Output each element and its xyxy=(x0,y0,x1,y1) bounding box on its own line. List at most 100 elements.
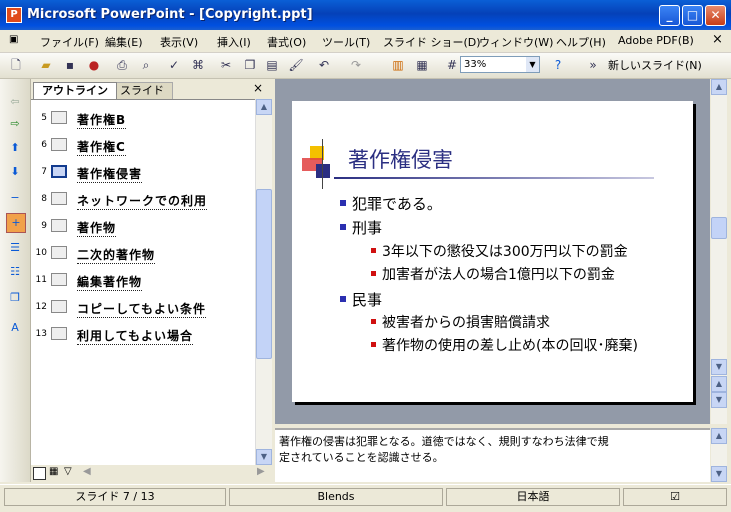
title-decoration xyxy=(316,164,330,178)
bullet-level-1[interactable]: 民事 xyxy=(339,289,382,310)
menu-insert[interactable]: 挿入(I) xyxy=(217,34,251,50)
outline-item[interactable]: 12 コピーしてもよい条件 xyxy=(35,298,260,318)
outline-item[interactable]: 11 編集著作物 xyxy=(35,271,260,291)
scroll-up-icon[interactable]: ▲ xyxy=(711,79,727,95)
help-icon[interactable]: ? xyxy=(550,57,566,73)
open-icon[interactable]: ▰ xyxy=(38,57,54,73)
notes-pane[interactable]: 著作権の侵害は犯罪となる。道徳ではなく、規則すなわち法律で規 定されていることを… xyxy=(275,428,710,482)
scroll-up-icon[interactable]: ▲ xyxy=(256,99,272,115)
scroll-thumb[interactable] xyxy=(256,189,272,359)
outline-item[interactable]: 9 著作物 xyxy=(35,217,260,237)
slideshow-icon[interactable]: ▽ xyxy=(64,466,72,477)
tab-slides[interactable]: スライド xyxy=(111,82,173,99)
bullet-level-2[interactable]: 著作物の使用の差し止め(本の回収･廃棄) xyxy=(371,335,638,355)
scroll-right-icon[interactable]: ▶ xyxy=(257,466,265,477)
move-up-icon[interactable]: ⬆ xyxy=(6,139,24,157)
slide-icon xyxy=(51,273,67,286)
pane-tabs: スライド アウトライン × xyxy=(31,79,271,100)
previous-slide-icon[interactable]: ▲ xyxy=(711,376,727,392)
outline-item[interactable]: 6 著作権C xyxy=(35,136,260,156)
scroll-down-icon[interactable]: ▼ xyxy=(711,359,727,375)
menu-close-button[interactable]: × xyxy=(712,32,723,47)
redo-icon[interactable]: ↷ xyxy=(348,57,364,73)
language-indicator: 日本語 xyxy=(446,488,620,506)
grid-icon[interactable]: # xyxy=(444,57,460,73)
menu-edit[interactable]: 編集(E) xyxy=(105,34,143,50)
new-icon[interactable]: 🗋 xyxy=(8,57,24,73)
menu-slideshow[interactable]: スライド ショー(D) xyxy=(383,34,481,50)
slide-sorter-icon[interactable]: ▦ xyxy=(49,466,58,477)
pane-close-icon[interactable]: × xyxy=(253,81,263,95)
scroll-thumb[interactable] xyxy=(711,217,727,239)
slide-scrollbar[interactable]: ▲ ▼ ▲ ▼ xyxy=(711,79,727,424)
bullet-level-2[interactable]: 加害者が法人の場合1億円以下の罰金 xyxy=(371,264,615,284)
spelling-icon[interactable]: ✓ xyxy=(166,57,182,73)
cut-icon[interactable]: ✂ xyxy=(218,57,234,73)
expand-icon[interactable]: + xyxy=(6,213,26,233)
title-decoration xyxy=(322,139,323,189)
scroll-down-icon[interactable]: ▼ xyxy=(711,466,727,482)
slide-icon xyxy=(51,219,67,232)
format-painter-icon[interactable]: 🖌 xyxy=(288,57,304,73)
tab-outline[interactable]: アウトライン xyxy=(33,82,117,99)
minimize-button[interactable]: _ xyxy=(659,5,680,26)
insert-table-icon[interactable]: ▦ xyxy=(414,57,430,73)
scroll-down-icon[interactable]: ▼ xyxy=(256,449,272,465)
insert-chart-icon[interactable]: ▥ xyxy=(390,57,406,73)
spelling-status-icon[interactable]: ☑ xyxy=(623,488,727,506)
menu-file[interactable]: ファイル(F) xyxy=(40,34,99,50)
outline-item[interactable]: 8 ネットワークでの利用 xyxy=(35,190,260,210)
new-slide-button[interactable]: 新しいスライド(N) xyxy=(608,57,702,73)
next-slide-icon[interactable]: ▼ xyxy=(711,392,727,408)
expand-all-icon[interactable]: ☷ xyxy=(6,263,24,281)
title-underline xyxy=(334,177,654,179)
outline-item[interactable]: 10 二次的著作物 xyxy=(35,244,260,264)
copy-icon[interactable]: ❐ xyxy=(242,57,258,73)
save-icon[interactable]: ▪ xyxy=(62,57,78,73)
bullet-level-1[interactable]: 刑事 xyxy=(339,217,382,238)
menu-window[interactable]: ウィンドウ(W) xyxy=(479,34,553,50)
notes-scrollbar[interactable]: ▲ ▼ xyxy=(711,428,727,482)
chevron-down-icon: ▼ xyxy=(526,57,539,72)
bullet-level-2[interactable]: 被害者からの損害賠償請求 xyxy=(371,312,550,332)
zoom-select[interactable]: 33% ▼ xyxy=(460,56,540,73)
scroll-up-icon[interactable]: ▲ xyxy=(711,428,727,444)
summary-slide-icon[interactable]: ❐ xyxy=(6,289,24,307)
outline-item[interactable]: 13 利用してもよい場合 xyxy=(35,325,260,345)
research-icon[interactable]: ⌘ xyxy=(190,57,206,73)
menu-help[interactable]: ヘルプ(H) xyxy=(556,34,606,50)
collapse-all-icon[interactable]: ☰ xyxy=(6,239,24,257)
move-down-icon[interactable]: ⬇ xyxy=(6,163,24,181)
slide-title[interactable]: 著作権侵害 xyxy=(348,144,453,174)
bullet-level-1[interactable]: 犯罪である。 xyxy=(340,193,442,214)
outline-item-selected[interactable]: 7 著作権侵害 xyxy=(35,163,260,183)
menu-adobe-pdf[interactable]: Adobe PDF(B) xyxy=(618,34,694,47)
slide-icon xyxy=(51,300,67,313)
outline-scrollbar[interactable]: ▲ ▼ xyxy=(255,99,272,465)
print-preview-icon[interactable]: ⌕ xyxy=(138,57,154,73)
slide-canvas[interactable]: 著作権侵害 犯罪である。 刑事 3年以下の懲役又は300万円以下の罰金 加害者が… xyxy=(292,101,693,402)
bullet-level-2[interactable]: 3年以下の懲役又は300万円以下の罰金 xyxy=(371,241,628,261)
promote-icon[interactable]: ⇦ xyxy=(6,93,24,111)
doc-menu-icon[interactable]: ▣ xyxy=(9,34,18,45)
demote-icon[interactable]: ⇨ xyxy=(6,115,24,133)
slide-counter: スライド 7 / 13 xyxy=(4,488,226,506)
notes-text: 定されていることを認識させる。 xyxy=(279,451,444,464)
powerpoint-icon[interactable]: P xyxy=(6,7,22,23)
menu-format[interactable]: 書式(O) xyxy=(267,34,306,50)
show-formatting-icon[interactable]: A xyxy=(6,319,24,337)
normal-view-icon[interactable] xyxy=(33,467,46,480)
outline-item[interactable]: 5 著作権B xyxy=(35,109,260,129)
maximize-button[interactable]: □ xyxy=(682,5,703,26)
toolbar-options-icon[interactable]: » xyxy=(585,57,601,73)
design-template: Blends xyxy=(229,488,443,506)
scroll-left-icon[interactable]: ◀ xyxy=(83,466,91,477)
undo-icon[interactable]: ↶ xyxy=(316,57,332,73)
print-icon[interactable]: ⎙ xyxy=(114,57,130,73)
close-button[interactable]: ✕ xyxy=(705,5,726,26)
permission-icon[interactable]: ● xyxy=(86,57,102,73)
menu-view[interactable]: 表示(V) xyxy=(160,34,198,50)
menu-tools[interactable]: ツール(T) xyxy=(322,34,370,50)
collapse-icon[interactable]: − xyxy=(6,189,24,207)
paste-icon[interactable]: ▤ xyxy=(264,57,280,73)
